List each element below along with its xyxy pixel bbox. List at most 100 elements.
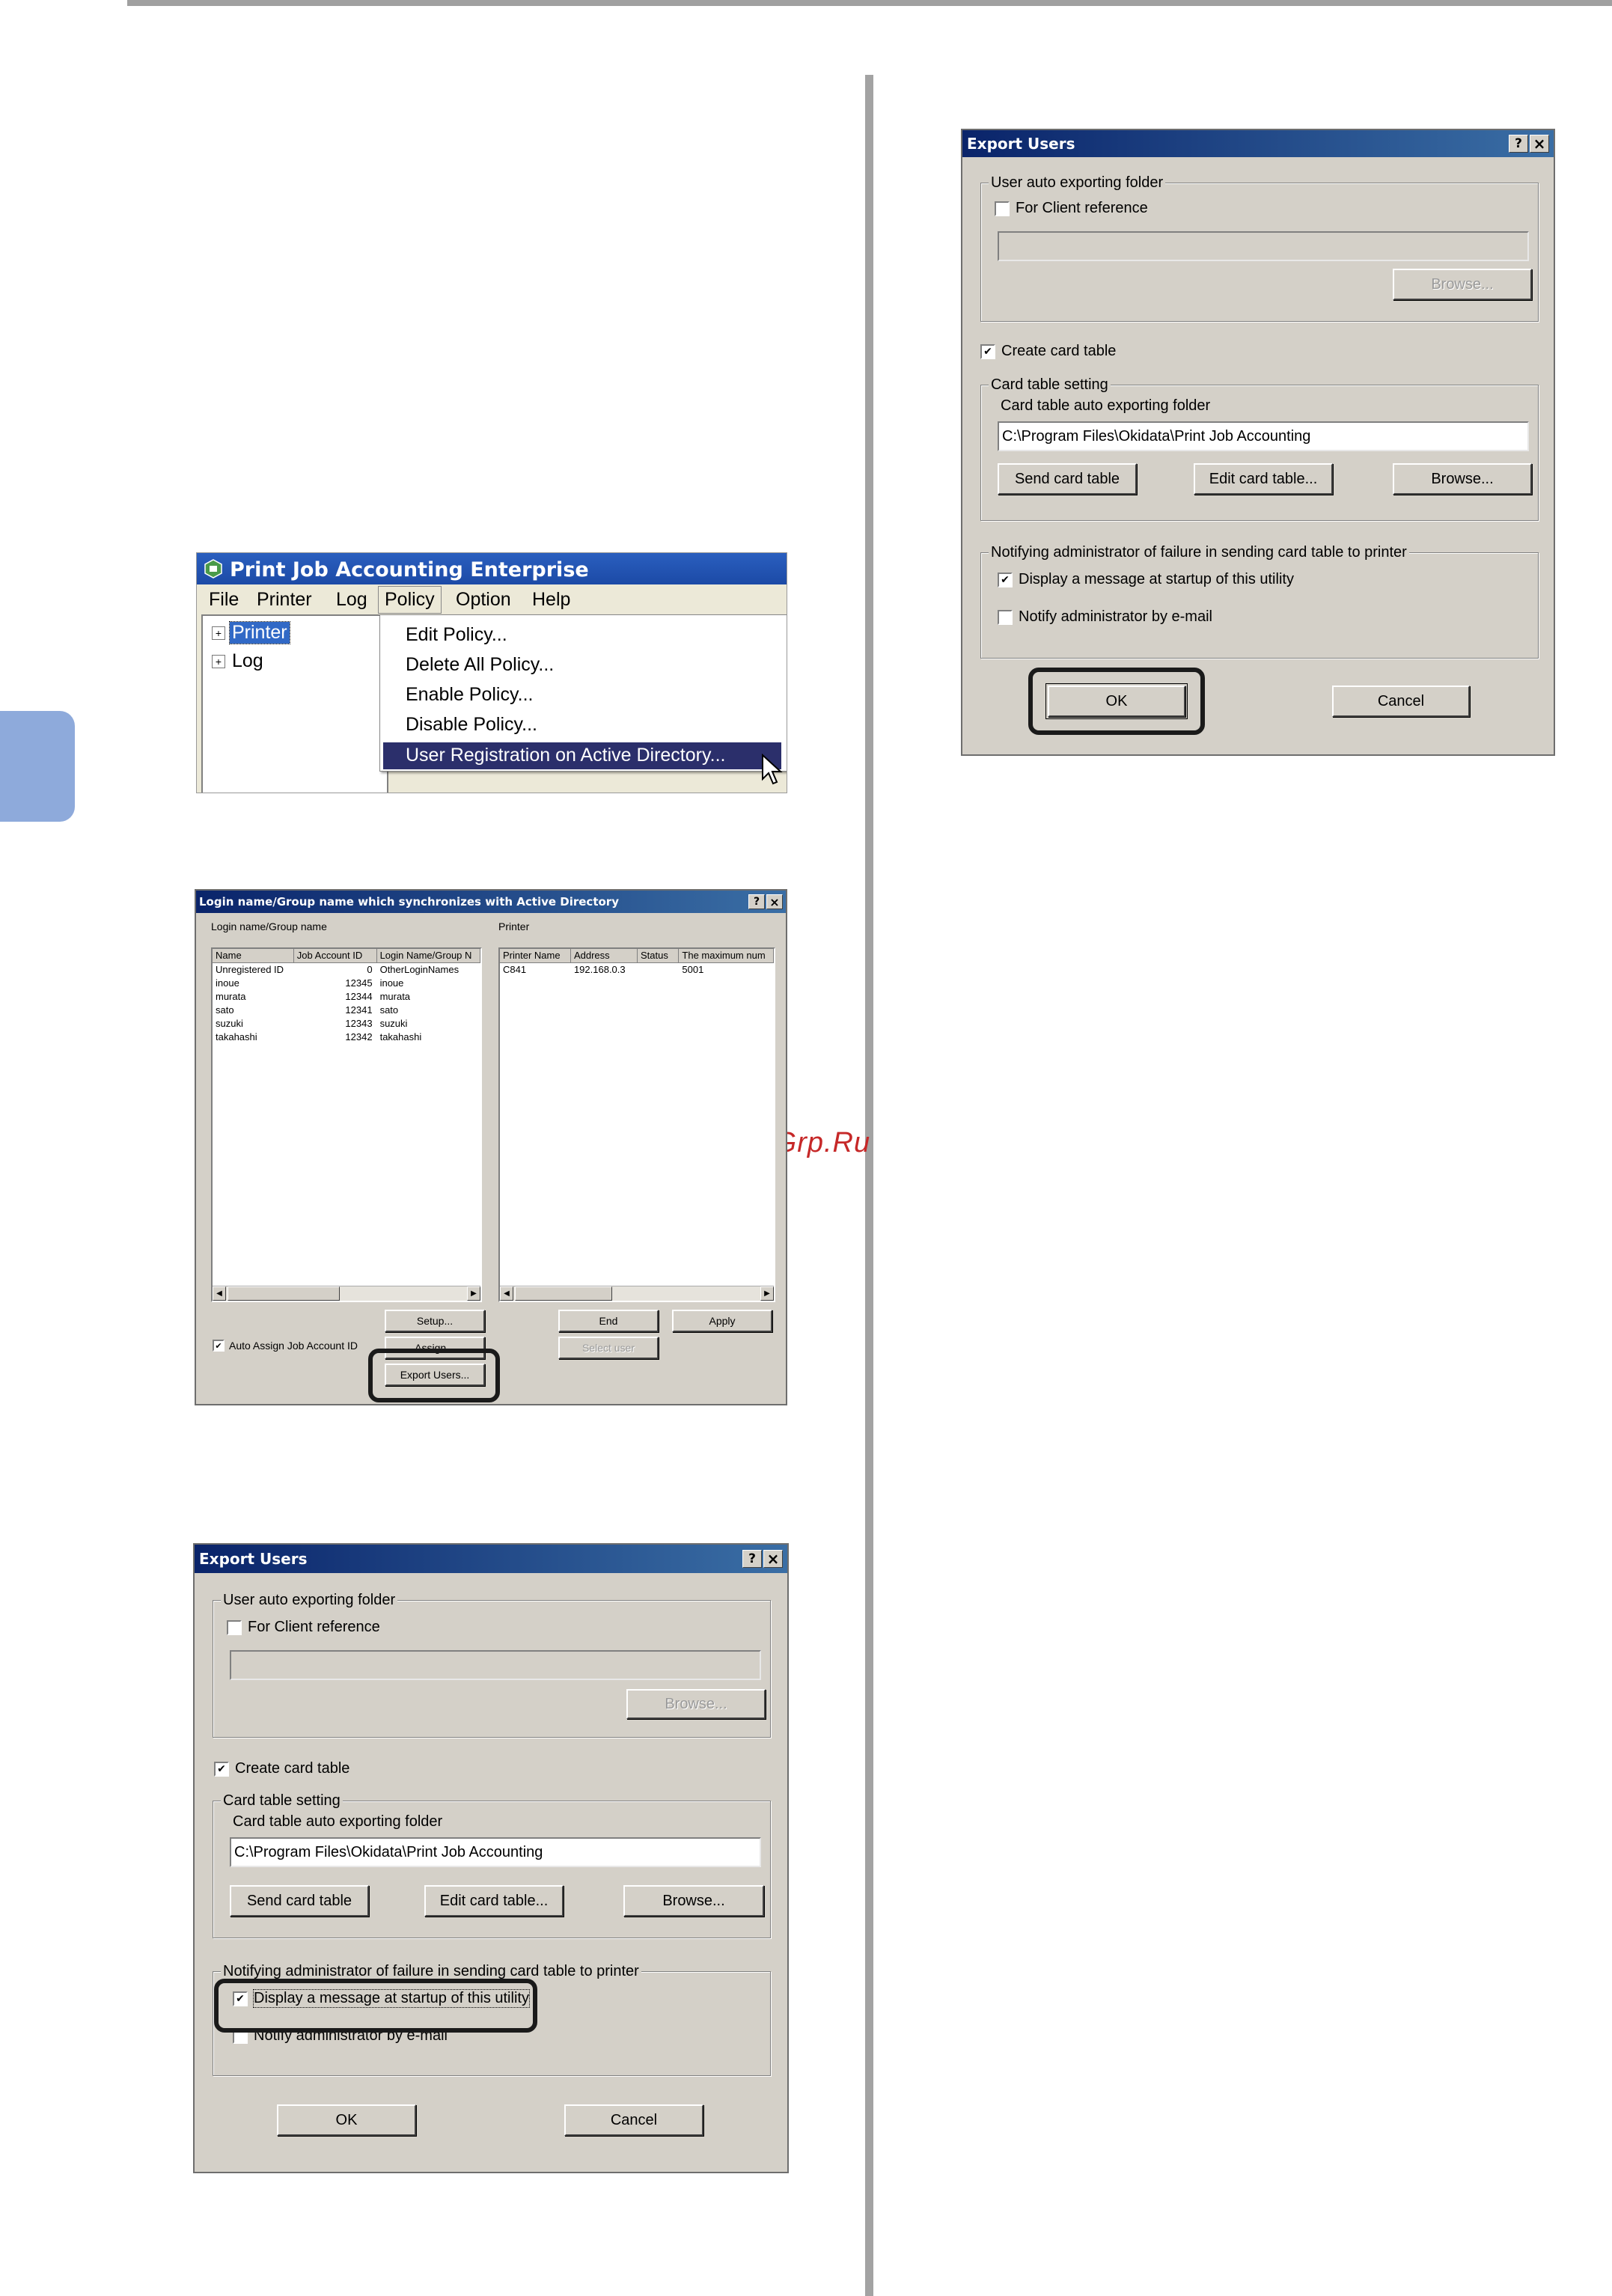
create-card-check-icon[interactable]: ✔ (980, 344, 995, 359)
scroll-right-icon[interactable]: ▶ (760, 1286, 774, 1301)
col-status[interactable]: Status (638, 949, 680, 962)
notify-email-check-icon[interactable] (998, 609, 1013, 625)
ad-titlebar: Login name/Group name which synchronizes… (196, 891, 786, 913)
menu-help[interactable]: Help (532, 589, 570, 611)
help-icon[interactable]: ? (748, 894, 765, 909)
cancel-button[interactable]: Cancel (1332, 686, 1470, 717)
help-icon[interactable]: ? (742, 1550, 762, 1568)
close-icon[interactable]: × (1530, 135, 1549, 153)
col-address[interactable]: Address (571, 949, 638, 962)
create-card-checkbox[interactable]: ✔ Create card table (214, 1760, 349, 1777)
scroll-thumb[interactable] (515, 1286, 612, 1301)
display-message-check-icon[interactable]: ✔ (998, 572, 1013, 587)
menu-file[interactable]: File (209, 589, 239, 611)
select-user-button[interactable]: Select user (558, 1337, 659, 1359)
card-folder-field[interactable]: C:\Program Files\Okidata\Print Job Accou… (998, 421, 1529, 451)
pja-window: Print Job Accounting Enterprise File Pri… (196, 552, 787, 793)
browse-user-button[interactable]: Browse... (1393, 269, 1532, 300)
send-card-table-button[interactable]: Send card table (230, 1885, 369, 1917)
for-client-checkbox[interactable]: For Client reference (995, 200, 1148, 217)
mouse-cursor-icon (761, 753, 784, 787)
col-job-account-id[interactable]: Job Account ID (294, 949, 377, 962)
auto-assign-check-icon[interactable]: ✔ (213, 1340, 225, 1352)
user-export-legend: User auto exporting folder (221, 1592, 398, 1609)
expand-plus-icon[interactable]: + (212, 654, 225, 668)
display-message-label: Display a message at startup of this uti… (1019, 571, 1294, 587)
for-client-checkbox[interactable]: For Client reference (227, 1619, 380, 1636)
menu-item-disable-policy[interactable]: Disable Policy... (406, 714, 537, 736)
create-card-label: Create card table (235, 1760, 350, 1777)
for-client-check-icon[interactable] (227, 1619, 242, 1635)
menu-item-user-registration-label: User Registration on Active Directory... (406, 745, 726, 766)
tree-label-printer: Printer (229, 621, 290, 644)
menu-option[interactable]: Option (456, 589, 511, 611)
edit-card-table-button[interactable]: Edit card table... (424, 1885, 564, 1917)
user-export-group: User auto exporting folder For Client re… (213, 1592, 771, 1738)
scroll-right-icon[interactable]: ▶ (467, 1286, 480, 1301)
col-max-num[interactable]: The maximum num (679, 949, 774, 962)
table-row[interactable]: Unregistered ID 0 OtherLoginNames (213, 963, 480, 977)
col-printer-name[interactable]: Printer Name (500, 949, 571, 962)
table-row[interactable]: C841 192.168.0.3 5001 (500, 963, 774, 977)
chapter-tab (0, 711, 75, 822)
table-row[interactable]: murata 12344 murata (213, 990, 480, 1004)
menu-printer[interactable]: Printer (257, 589, 312, 611)
close-icon[interactable]: × (766, 894, 783, 909)
tree-item-log[interactable]: + Log (212, 650, 266, 672)
browse-user-button[interactable]: Browse... (626, 1689, 766, 1719)
table-row[interactable]: inoue 12345 inoue (213, 977, 480, 990)
cancel-button[interactable]: Cancel (564, 2104, 703, 2136)
send-card-table-button[interactable]: Send card table (998, 463, 1137, 495)
close-icon[interactable]: × (763, 1550, 783, 1568)
table-cell: 5001 (682, 964, 704, 975)
menu-item-user-registration[interactable]: User Registration on Active Directory... (383, 742, 781, 769)
export1-title: Export Users (199, 1550, 308, 1568)
scroll-left-icon[interactable]: ◀ (213, 1286, 226, 1301)
edit-card-table-button[interactable]: Edit card table... (1194, 463, 1333, 495)
setup-button[interactable]: Setup... (385, 1310, 485, 1332)
ok-button[interactable]: OK (277, 2104, 416, 2136)
user-folder-field[interactable] (998, 231, 1529, 261)
login-list-scrollbar[interactable]: ◀ ▶ (213, 1286, 480, 1301)
table-cell: Unregistered ID (216, 964, 284, 975)
scroll-left-icon[interactable]: ◀ (500, 1286, 513, 1301)
table-row[interactable]: suzuki 12343 suzuki (213, 1017, 480, 1031)
create-card-checkbox[interactable]: ✔ Create card table (980, 343, 1116, 360)
user-folder-field[interactable] (230, 1650, 761, 1680)
create-card-check-icon[interactable]: ✔ (214, 1761, 229, 1777)
table-cell: takahashi (379, 1031, 422, 1042)
expand-plus-icon[interactable]: + (212, 626, 225, 640)
browse-card-button[interactable]: Browse... (623, 1885, 764, 1917)
scroll-thumb[interactable] (228, 1286, 340, 1301)
printer-list-scrollbar[interactable]: ◀ ▶ (500, 1286, 774, 1301)
printer-list[interactable]: Printer Name Address Status The maximum … (498, 947, 775, 1302)
col-login-name[interactable]: Login Name/Group N (377, 949, 480, 962)
table-cell: 12344 (345, 991, 373, 1002)
table-row[interactable]: sato 12341 sato (213, 1004, 480, 1017)
auto-assign-checkbox[interactable]: ✔ Auto Assign Job Account ID (213, 1340, 358, 1352)
for-client-label: For Client reference (1016, 200, 1148, 216)
notify-email-label: Notify administrator by e-mail (1019, 608, 1212, 625)
end-button[interactable]: End (558, 1310, 659, 1332)
table-cell: suzuki (216, 1018, 243, 1029)
notify-legend: Notifying administrator of failure in se… (221, 1963, 641, 1980)
menu-item-enable-policy[interactable]: Enable Policy... (406, 684, 533, 706)
table-row[interactable]: takahashi 12342 takahashi (213, 1031, 480, 1044)
table-cell: murata (216, 991, 246, 1002)
for-client-check-icon[interactable] (995, 201, 1010, 216)
browse-card-button[interactable]: Browse... (1393, 463, 1532, 495)
ad-title: Login name/Group name which synchronizes… (199, 895, 619, 909)
menu-log[interactable]: Log (336, 589, 367, 611)
login-group-list[interactable]: Name Job Account ID Login Name/Group N U… (211, 947, 482, 1302)
apply-button[interactable]: Apply (672, 1310, 772, 1332)
display-message-checkbox[interactable]: ✔ Display a message at startup of this u… (998, 571, 1294, 588)
table-cell: 12343 (345, 1018, 373, 1029)
notify-email-checkbox[interactable]: Notify administrator by e-mail (998, 608, 1212, 626)
tree-item-printer[interactable]: + Printer (212, 621, 290, 644)
menu-item-edit-policy[interactable]: Edit Policy... (406, 624, 507, 646)
card-folder-field[interactable]: C:\Program Files\Okidata\Print Job Accou… (230, 1837, 761, 1867)
col-name[interactable]: Name (213, 949, 294, 962)
menu-policy[interactable]: Policy (378, 586, 442, 614)
menu-item-delete-all-policy[interactable]: Delete All Policy... (406, 654, 554, 676)
help-icon[interactable]: ? (1509, 135, 1528, 153)
